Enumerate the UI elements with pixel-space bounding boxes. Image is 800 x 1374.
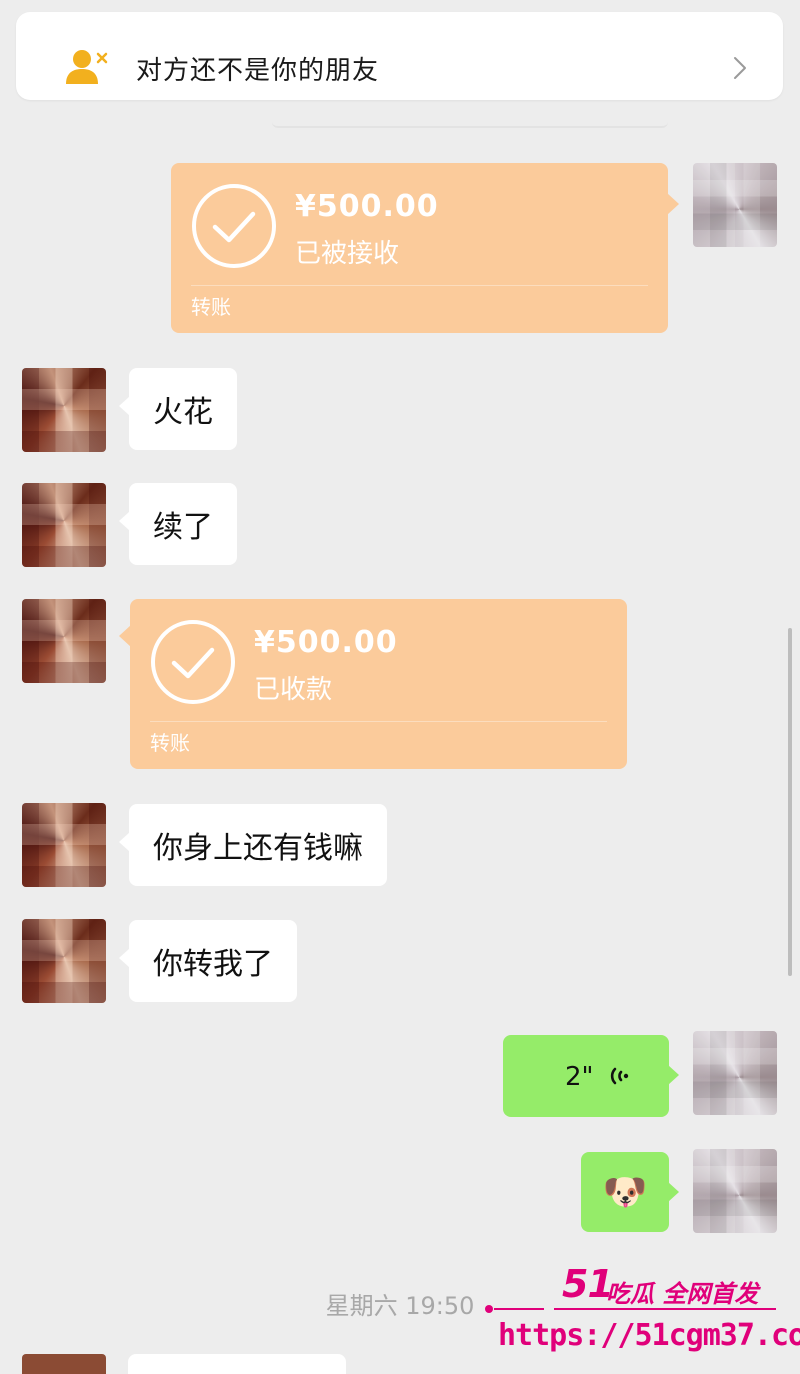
- message-bubble[interactable]: 你身上还有钱嘛: [119, 804, 387, 886]
- message-text: 续了: [153, 510, 213, 545]
- contact-avatar[interactable]: [22, 599, 106, 683]
- contact-avatar[interactable]: [22, 368, 106, 452]
- voice-message-bubble[interactable]: 2": [503, 1035, 679, 1117]
- watermark-divider: [485, 1305, 776, 1313]
- not-friend-notice-text: 对方还不是你的朋友: [136, 56, 380, 86]
- voice-duration: 2": [565, 1062, 594, 1092]
- transfer-amount: ¥500.00: [254, 625, 398, 660]
- not-friend-notice[interactable]: 对方还不是你的朋友: [16, 12, 783, 100]
- contact-avatar[interactable]: [22, 483, 106, 567]
- message-bubble[interactable]: 你转我了: [119, 920, 297, 1002]
- transfer-divider: [191, 285, 648, 286]
- message-bubble[interactable]: [128, 1354, 346, 1374]
- message-text: 火花: [153, 395, 213, 430]
- message-text: 你身上还有钱嘛: [153, 831, 363, 866]
- transfer-amount: ¥500.00: [295, 189, 439, 224]
- contact-avatar[interactable]: [22, 803, 106, 887]
- message-bubble[interactable]: 火花: [119, 368, 237, 450]
- my-avatar[interactable]: [693, 163, 777, 247]
- message-bubble[interactable]: 续了: [119, 483, 237, 565]
- dog-sticker-icon: 🐶: [602, 1172, 648, 1213]
- transfer-received-card[interactable]: ¥500.00 已收款 转账: [119, 599, 627, 769]
- sticker-bubble[interactable]: 🐶: [581, 1152, 679, 1232]
- divider: [272, 116, 668, 128]
- transfer-status: 已收款: [254, 675, 333, 705]
- transfer-status: 已被接收: [295, 239, 400, 269]
- transfer-sent-card[interactable]: ¥500.00 已被接收 转账: [171, 163, 679, 333]
- voice-wave-icon: [610, 1067, 629, 1085]
- message-text: 你转我了: [153, 947, 273, 982]
- chat-screen: 对方还不是你的朋友 ¥500.00 已被接收 转账 火花 续了 ¥500.00 …: [0, 0, 800, 1374]
- contact-avatar[interactable]: [22, 919, 106, 1003]
- transfer-divider: [150, 721, 607, 722]
- scrollbar[interactable]: [788, 628, 792, 976]
- my-avatar[interactable]: [693, 1149, 777, 1233]
- watermark-url: https://51cgm37.com: [498, 1318, 800, 1353]
- chevron-right-icon: [734, 57, 746, 79]
- user-remove-icon: [66, 50, 108, 84]
- transfer-label: 转账: [150, 731, 190, 755]
- my-avatar[interactable]: [693, 1031, 777, 1115]
- check-circle-icon: [151, 620, 235, 704]
- check-circle-icon: [192, 184, 276, 268]
- contact-avatar[interactable]: [22, 1354, 106, 1374]
- transfer-label: 转账: [191, 295, 231, 319]
